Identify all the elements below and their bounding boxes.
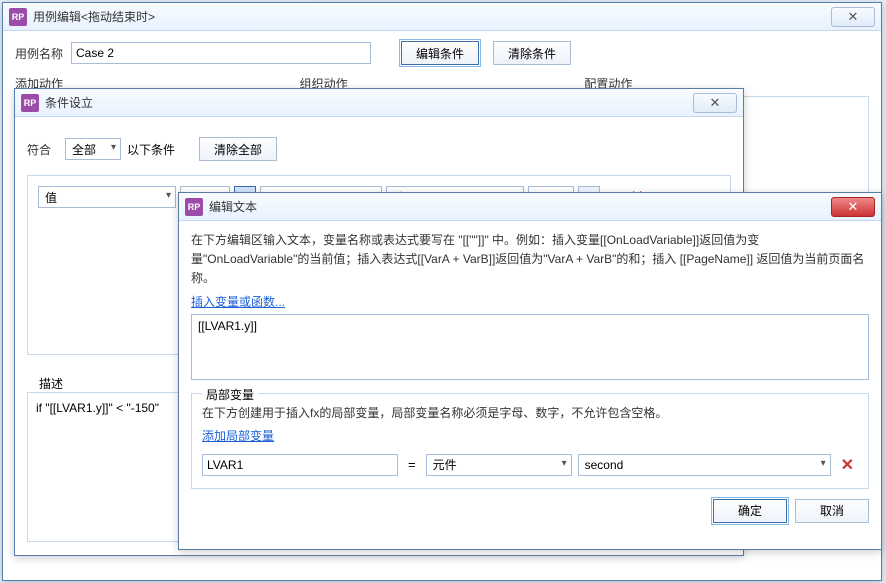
local-var-row: = 元件 second ✕: [202, 454, 858, 476]
clear-condition-button[interactable]: 清除条件: [493, 41, 571, 65]
match-select[interactable]: 全部: [65, 138, 121, 160]
edit-condition-button[interactable]: 编辑条件: [401, 41, 479, 65]
equals-label: =: [404, 457, 420, 472]
match-suffix-label: 以下条件: [127, 141, 175, 158]
local-vars-fieldset: 局部变量 在下方创建用于插入fx的局部变量，局部变量名称必须是字母、数字，不允许…: [191, 393, 869, 489]
case-name-input[interactable]: [71, 42, 371, 64]
win1-title: 用例编辑<拖动结束时>: [33, 8, 831, 25]
close-icon: ✕: [848, 200, 859, 213]
win2-close-button[interactable]: ✕: [693, 93, 737, 113]
win2-titlebar[interactable]: RP 条件设立 ✕: [15, 89, 743, 117]
add-local-var-link[interactable]: 添加局部变量: [202, 429, 274, 443]
rp-icon: RP: [9, 8, 27, 26]
local-vars-legend: 局部变量: [202, 386, 258, 403]
win2-title: 条件设立: [45, 94, 693, 111]
description-text: if "[[LVAR1.y]]" < "-150": [36, 401, 159, 415]
close-icon: ✕: [848, 10, 859, 23]
lvar-source-type-select[interactable]: 元件: [426, 454, 572, 476]
win3-close-button[interactable]: ✕: [831, 197, 875, 217]
expression-textarea[interactable]: [191, 314, 869, 380]
edit-text-window: RP 编辑文本 ✕ 在下方编辑区输入文本，变量名称或表达式要写在 "[[""]]…: [178, 192, 882, 550]
cancel-button[interactable]: 取消: [795, 499, 869, 523]
description-label: 描述: [35, 375, 67, 392]
win1-titlebar[interactable]: RP 用例编辑<拖动结束时> ✕: [3, 3, 881, 31]
remove-lvar-icon[interactable]: ✕: [837, 455, 858, 475]
lvar-name-input[interactable]: [202, 454, 398, 476]
help-text: 在下方编辑区输入文本，变量名称或表达式要写在 "[[""]]" 中。例如：插入变…: [191, 231, 869, 289]
local-vars-help: 在下方创建用于插入fx的局部变量，局部变量名称必须是字母、数字，不允许包含空格。: [202, 404, 858, 423]
left-type-select[interactable]: 值: [38, 186, 176, 208]
match-label: 符合: [27, 141, 51, 158]
lvar-source-value-select[interactable]: second: [578, 454, 831, 476]
clear-all-conditions-button[interactable]: 清除全部: [199, 137, 277, 161]
win3-title: 编辑文本: [209, 198, 831, 215]
win3-titlebar[interactable]: RP 编辑文本 ✕: [179, 193, 881, 221]
rp-icon: RP: [21, 94, 39, 112]
insert-variable-link[interactable]: 插入变量或函数...: [191, 295, 285, 309]
close-icon: ✕: [710, 96, 721, 109]
ok-button[interactable]: 确定: [713, 499, 787, 523]
case-name-label: 用例名称: [15, 45, 63, 62]
rp-icon: RP: [185, 198, 203, 216]
win1-close-button[interactable]: ✕: [831, 7, 875, 27]
